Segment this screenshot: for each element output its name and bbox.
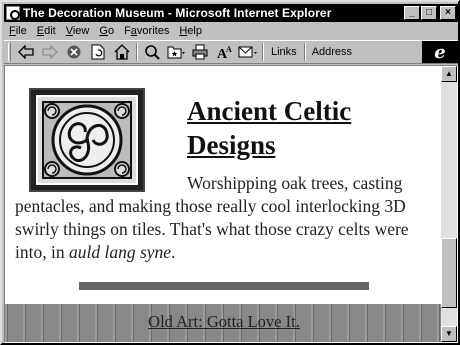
mail-button[interactable] [236, 42, 260, 62]
scrollbar-thumb[interactable] [441, 238, 457, 308]
browser-window: The Decoration Museum - Microsoft Intern… [0, 0, 460, 345]
toolbar-separator [303, 43, 306, 61]
close-button[interactable]: × [440, 6, 456, 20]
links-button[interactable]: Links [266, 46, 302, 58]
footer-link[interactable]: Old Art: Gotta Love It. [5, 312, 443, 332]
window-title: The Decoration Museum - Microsoft Intern… [23, 6, 332, 20]
toolbar: AA Links Address e [4, 40, 458, 64]
font-size-icon: AA [217, 45, 232, 60]
print-button[interactable] [188, 42, 212, 62]
font-size-button[interactable]: AA [212, 42, 236, 62]
content-frame: Ancient Celtic Designs Worshipping oak t… [4, 65, 458, 343]
stop-icon [67, 45, 81, 59]
scroll-up-button[interactable]: ▲ [441, 66, 457, 82]
svg-text:A: A [226, 45, 232, 54]
toolbar-separator [262, 43, 264, 61]
favorites-button[interactable] [164, 42, 188, 62]
menu-bar: File Edit View Go Favorites Help [4, 23, 458, 39]
page-title: Ancient Celtic Designs [187, 96, 352, 160]
forward-button[interactable] [38, 42, 62, 62]
body-text-block: Worshipping oak trees, casting pentacles… [15, 173, 409, 262]
back-button[interactable] [14, 42, 38, 62]
stop-button[interactable] [62, 42, 86, 62]
address-label[interactable]: Address [308, 46, 356, 58]
maximize-button[interactable]: □ [421, 6, 437, 20]
ie-app-icon[interactable] [6, 6, 20, 20]
search-button[interactable] [140, 42, 164, 62]
refresh-button[interactable] [86, 42, 110, 62]
search-icon [145, 45, 160, 60]
menu-help[interactable]: Help [174, 25, 207, 37]
menu-favorites[interactable]: Favorites [119, 25, 174, 37]
horizontal-divider [79, 282, 369, 290]
web-page: Ancient Celtic Designs Worshipping oak t… [5, 66, 443, 342]
toolbar-separator [136, 43, 138, 61]
menu-edit[interactable]: Edit [32, 25, 61, 37]
body-emphasis: auld lang syne [68, 242, 172, 262]
toolbar-grip[interactable] [8, 43, 11, 61]
forward-arrow-icon [42, 45, 58, 59]
window-controls: _ □ × [403, 6, 456, 20]
minimize-button[interactable]: _ [404, 6, 420, 20]
home-icon [114, 44, 130, 60]
menu-view[interactable]: View [61, 25, 95, 37]
ie-logo-icon: e [422, 41, 458, 63]
scroll-down-button[interactable]: ▼ [441, 326, 457, 342]
home-button[interactable] [110, 42, 134, 62]
body-paragraph: Worshipping oak trees, casting pentacles… [15, 172, 435, 264]
printer-icon [192, 44, 208, 60]
back-arrow-icon [18, 45, 34, 59]
menu-file[interactable]: File [4, 25, 32, 37]
menu-go[interactable]: Go [94, 25, 119, 37]
title-bar[interactable]: The Decoration Museum - Microsoft Intern… [4, 4, 458, 22]
refresh-icon [91, 44, 105, 60]
mail-icon [238, 46, 257, 58]
vertical-scrollbar[interactable]: ▲ ▼ [441, 66, 457, 342]
favorites-folder-icon [167, 46, 185, 59]
